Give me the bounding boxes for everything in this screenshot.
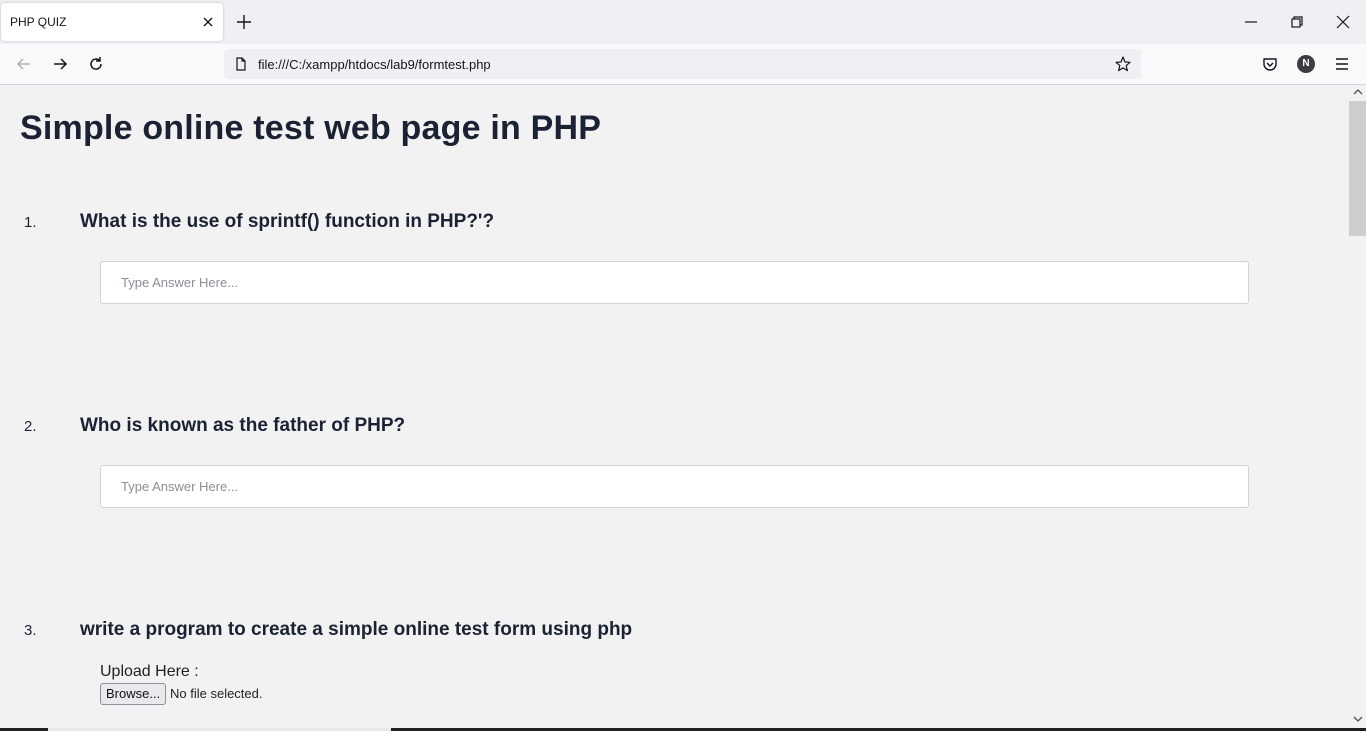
tab-strip: PHP QUIZ [0,0,1366,44]
vertical-scrollbar[interactable] [1349,85,1366,728]
scroll-down-arrow-icon[interactable] [1353,715,1363,723]
restore-icon[interactable] [1287,12,1307,32]
bookmark-star-icon[interactable] [1114,55,1132,73]
file-status-text: No file selected. [170,686,263,701]
close-tab-icon[interactable] [200,14,216,30]
answer-input-1[interactable] [100,261,1249,304]
question-text: write a program to create a simple onlin… [80,619,633,640]
upload-label: Upload Here : [100,663,199,680]
page-title: Simple online test web page in PHP [20,109,602,147]
question-number: 3. [24,622,37,639]
menu-hamburger-icon[interactable] [1332,54,1352,74]
page-icon [236,57,246,71]
question-text: What is the use of sprintf() function in… [80,211,495,232]
page-content: Simple online test web page in PHP 1. Wh… [0,85,1349,728]
forward-arrow-icon[interactable] [50,54,70,74]
reload-icon[interactable] [86,54,106,74]
question-number: 1. [24,214,37,231]
address-bar[interactable]: file:///C:/xampp/htdocs/lab9/formtest.ph… [224,49,1141,79]
browser-tab[interactable]: PHP QUIZ [1,3,223,41]
navigation-toolbar: file:///C:/xampp/htdocs/lab9/formtest.ph… [0,44,1366,85]
browse-file-button[interactable]: Browse... [100,683,167,705]
account-avatar[interactable]: N [1297,55,1315,73]
close-window-icon[interactable] [1333,12,1353,32]
url-text[interactable]: file:///C:/xampp/htdocs/lab9/formtest.ph… [258,57,491,72]
new-tab-icon[interactable] [234,12,254,32]
scrollbar-thumb[interactable] [1349,101,1366,236]
tab-title: PHP QUIZ [10,15,67,29]
back-arrow-icon[interactable] [14,54,34,74]
question-number: 2. [24,418,37,435]
question-text: Who is known as the father of PHP? [80,415,406,436]
pocket-icon[interactable] [1260,54,1280,74]
scroll-up-arrow-icon[interactable] [1353,88,1363,96]
answer-input-2[interactable] [100,465,1249,508]
minimize-icon[interactable] [1241,12,1261,32]
